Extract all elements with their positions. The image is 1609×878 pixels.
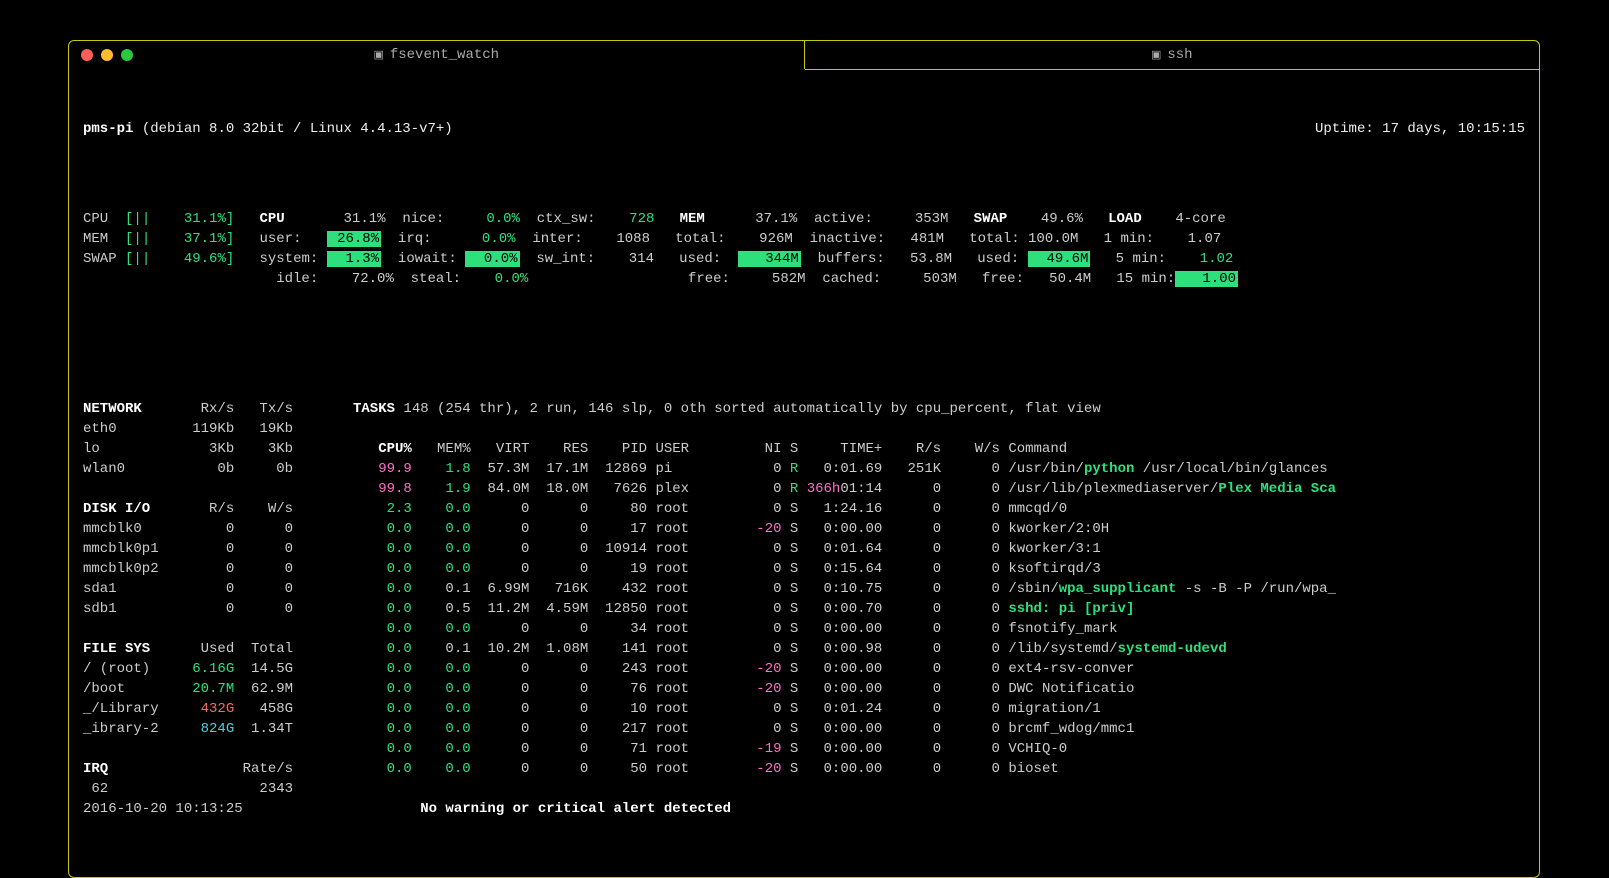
zoom-icon[interactable] xyxy=(121,49,133,61)
tab-ssh[interactable]: ▣ ssh xyxy=(805,41,1540,70)
tab-label: fsevent_watch xyxy=(390,47,499,63)
left-column: NETWORK Rx/s Tx/s eth0 119Kb 19Kb lo 3Kb… xyxy=(83,399,353,819)
terminal-icon: ▣ xyxy=(373,50,383,62)
tab-label: ssh xyxy=(1167,47,1192,63)
terminal-window: ▣ fsevent_watch ▣ ssh pms-pi (debian 8.0 3… xyxy=(68,40,1540,878)
close-icon[interactable] xyxy=(81,49,93,61)
sysinfo: (debian 8.0 32bit / Linux 4.4.13-v7+) xyxy=(142,121,453,137)
minimize-icon[interactable] xyxy=(101,49,113,61)
process-table: TASKS 148 (254 thr), 2 run, 146 slp, 0 o… xyxy=(353,399,1525,819)
window-controls xyxy=(81,49,133,61)
hostname: pms-pi xyxy=(83,121,133,137)
terminal-icon: ▣ xyxy=(1151,50,1161,62)
uptime-value: 17 days, 10:15:15 xyxy=(1382,121,1525,137)
titlebar: ▣ fsevent_watch ▣ ssh xyxy=(69,41,1539,69)
terminal-content[interactable]: pms-pi (debian 8.0 32bit / Linux 4.4.13-… xyxy=(69,69,1539,877)
uptime-label: Uptime: xyxy=(1315,121,1374,137)
tab-fsevent-watch[interactable]: ▣ fsevent_watch xyxy=(69,41,805,69)
stats-block: CPU [|| 31.1%] CPU 31.1% nice: 0.0% ctx_… xyxy=(83,209,1525,289)
